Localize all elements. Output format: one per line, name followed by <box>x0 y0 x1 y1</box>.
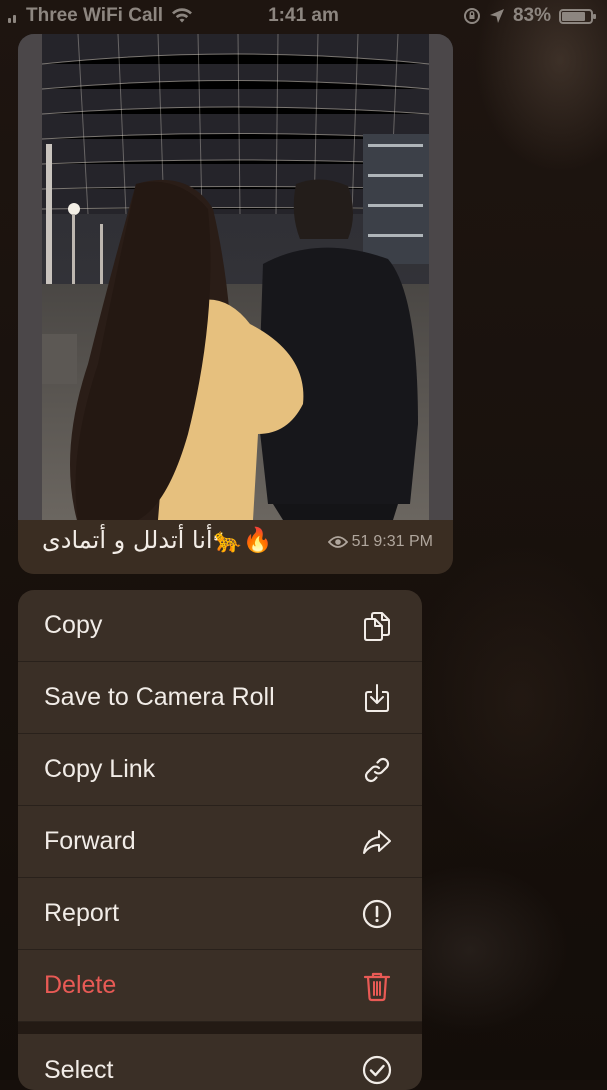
menu-item-select[interactable]: Select <box>18 1034 422 1090</box>
message-meta: 51 9:31 PM <box>327 533 433 551</box>
forward-icon <box>360 825 394 859</box>
battery-icon <box>559 8 596 24</box>
menu-item-label: Copy Link <box>44 755 156 783</box>
menu-item-label: Copy <box>44 611 103 639</box>
menu-item-label: Report <box>44 899 120 927</box>
menu-item-copy-link[interactable]: Copy Link <box>18 734 422 806</box>
menu-item-save-to-camera-roll[interactable]: Save to Camera Roll <box>18 662 422 734</box>
orientation-lock-icon <box>463 8 480 24</box>
battery-percent: 83% <box>512 5 551 26</box>
menu-section-divider <box>18 1022 422 1034</box>
menu-item-label: Forward <box>44 827 136 855</box>
location-icon <box>489 9 504 23</box>
message-bubble[interactable]: 🔥🐆أنا أتدلل و أتمادى 51 9:31 PM <box>18 34 453 574</box>
menu-item-forward[interactable]: Forward <box>18 806 422 878</box>
link-icon <box>360 753 394 787</box>
photo-couple-walking-image <box>18 34 453 520</box>
battery-level <box>562 11 586 21</box>
menu-item-label: Delete <box>44 971 117 999</box>
menu-item-label: Save to Camera Roll <box>44 683 275 711</box>
message-caption-row: 🔥🐆أنا أتدلل و أتمادى 51 9:31 PM <box>18 520 453 574</box>
trash-icon <box>360 969 394 1003</box>
context-menu: Copy Save to Camera Roll Copy Link Forwa… <box>18 590 422 1090</box>
message-time: 9:31 PM <box>373 533 433 550</box>
checkmark-circle-icon <box>360 1053 394 1087</box>
message-caption: 🔥🐆أنا أتدلل و أتمادى <box>42 526 273 554</box>
download-icon <box>360 681 394 715</box>
message-photo[interactable] <box>18 34 453 520</box>
menu-item-report[interactable]: Report <box>18 878 422 950</box>
menu-item-copy[interactable]: Copy <box>18 590 422 662</box>
menu-item-delete[interactable]: Delete <box>18 950 422 1022</box>
eye-icon <box>327 536 348 548</box>
copy-icon <box>360 609 394 643</box>
status-bar: Three WiFi Call 1:41 am 83% <box>0 0 607 34</box>
view-count: 51 <box>351 533 370 550</box>
report-icon <box>360 897 394 931</box>
menu-item-label: Select <box>44 1055 114 1084</box>
